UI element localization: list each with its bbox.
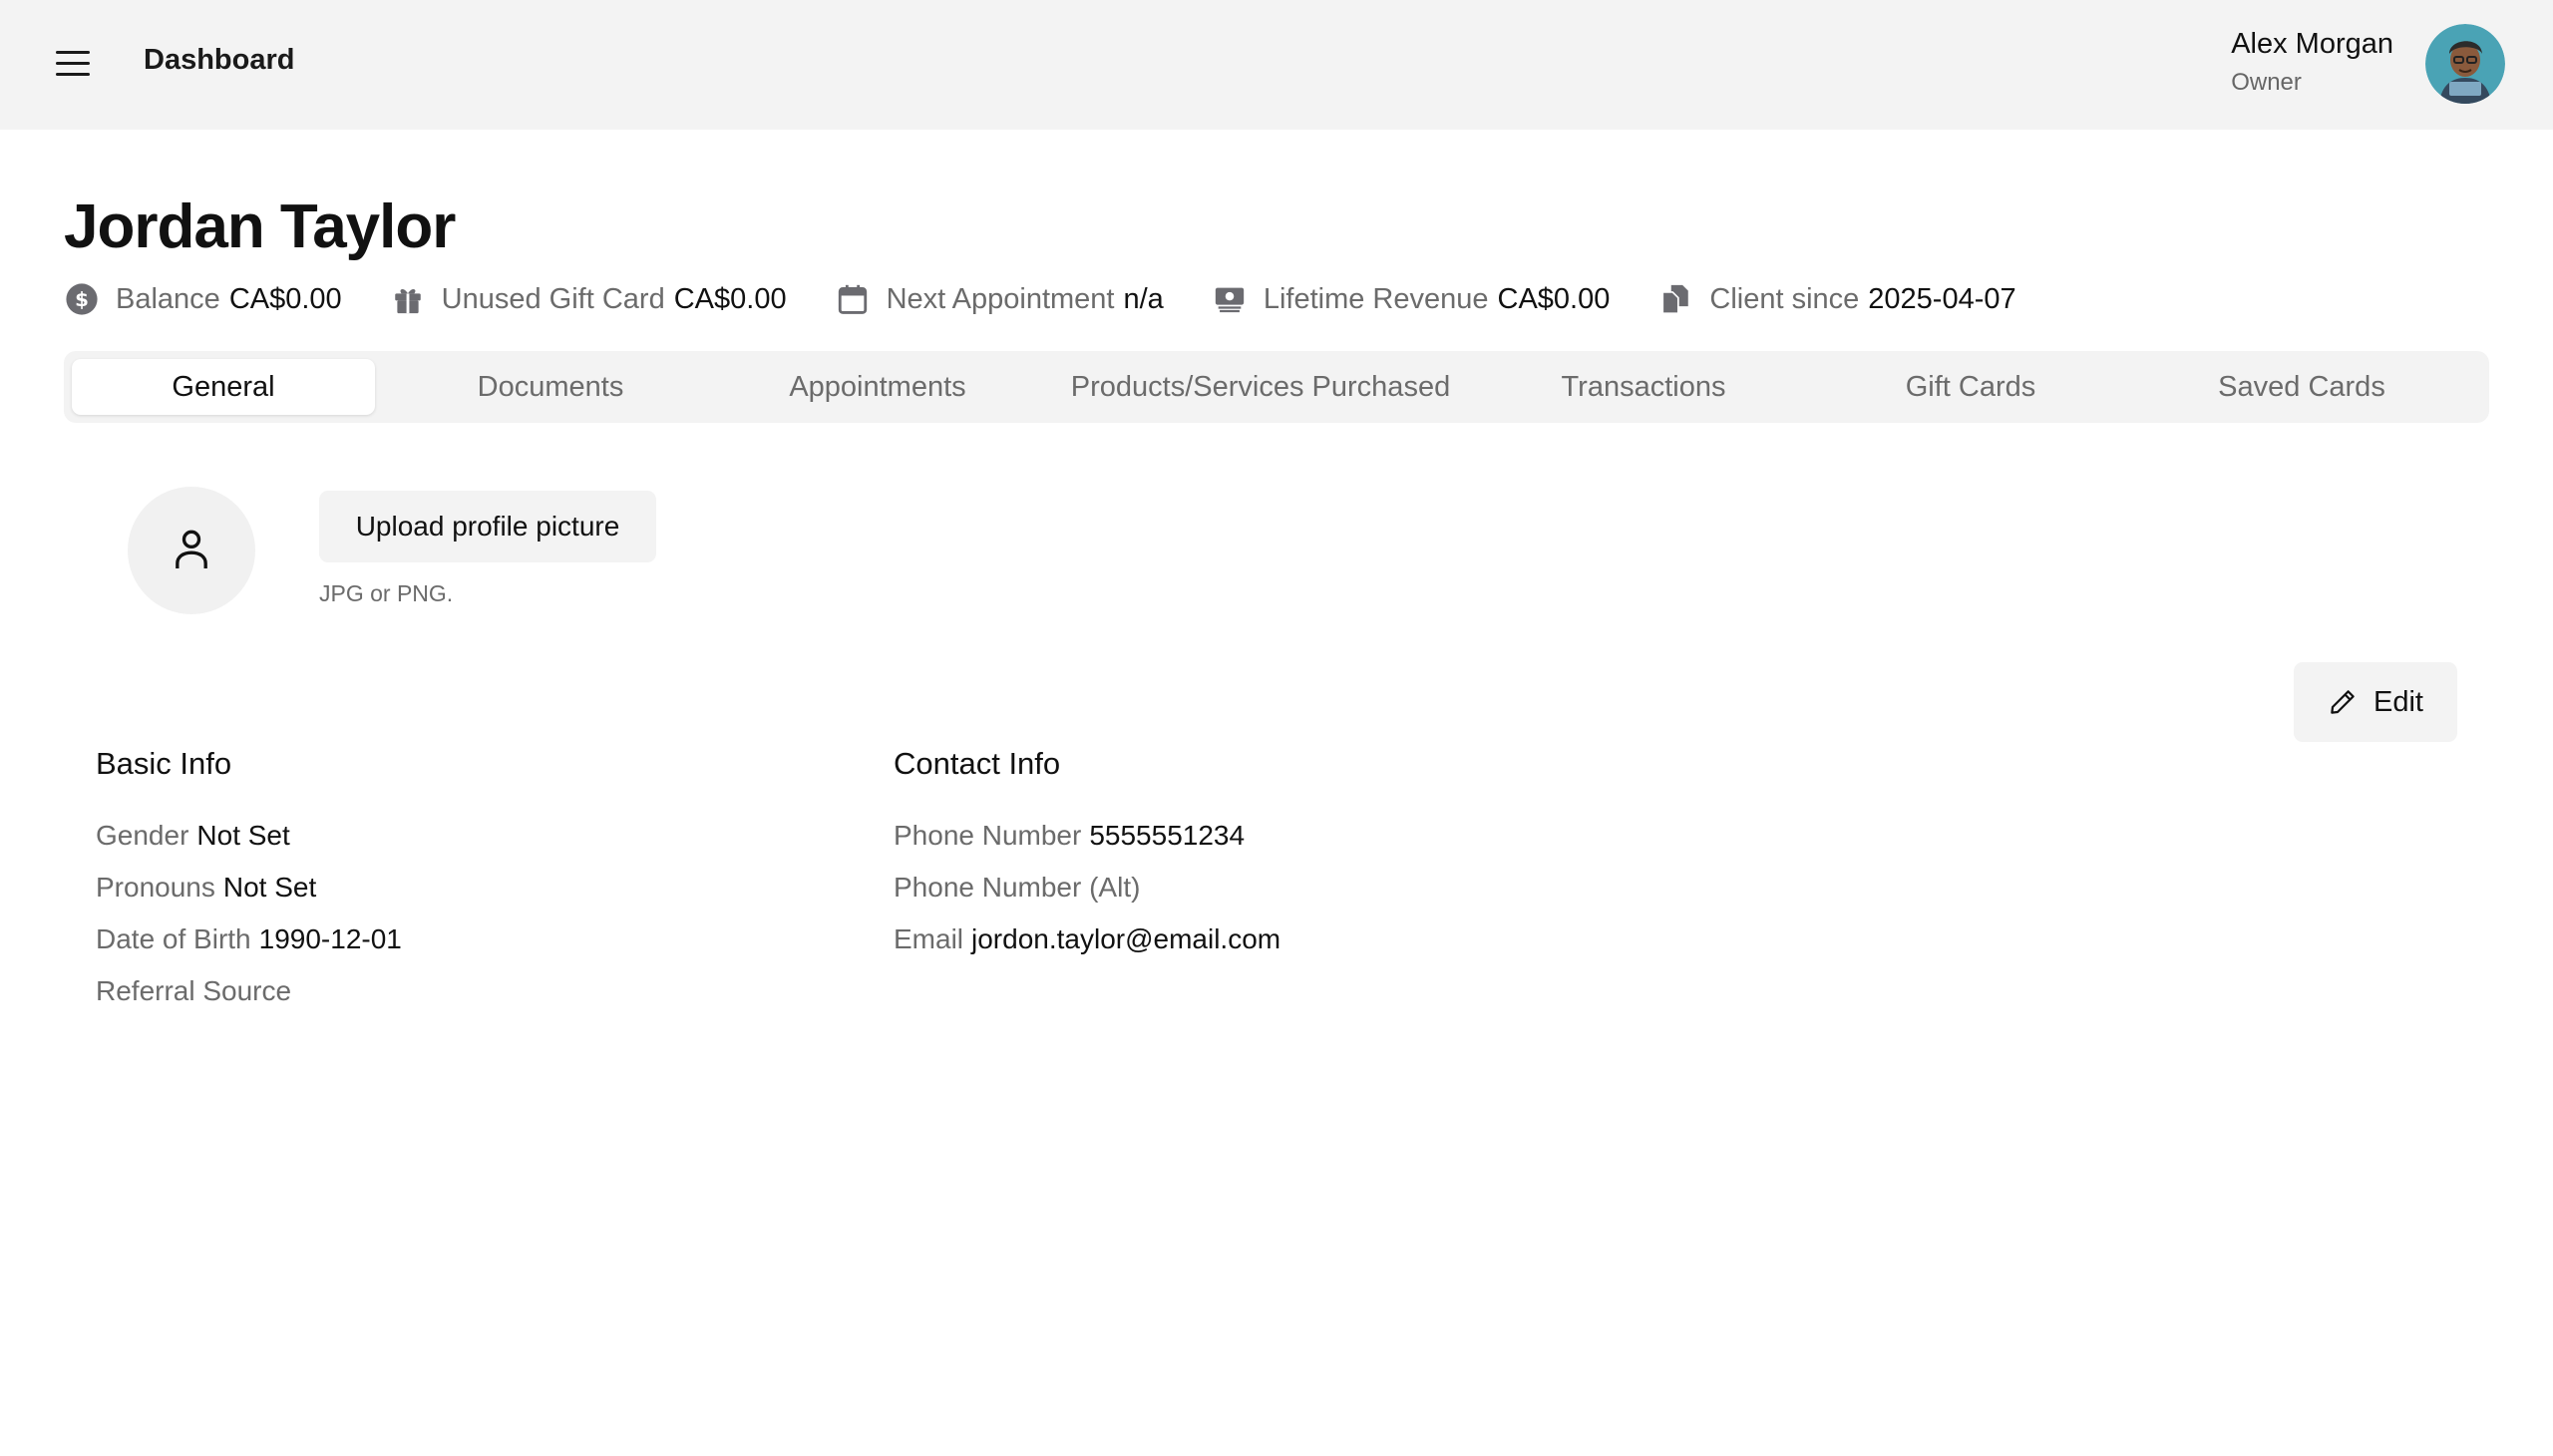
stat-value: n/a xyxy=(1123,282,1164,315)
avatar[interactable] xyxy=(2425,24,2505,104)
calendar-icon xyxy=(835,281,871,317)
info-value: Not Set xyxy=(222,872,317,903)
client-name: Jordan Taylor xyxy=(64,192,456,261)
info-label: Phone Number xyxy=(894,820,1082,851)
hamburger-menu-icon[interactable] xyxy=(48,44,96,84)
stat-lifetime-revenue: Lifetime Revenue CA$0.00 xyxy=(1212,281,1611,317)
info-label: Gender xyxy=(96,820,189,851)
info-label: Referral Source xyxy=(96,975,292,1006)
cash-icon xyxy=(1212,281,1248,317)
upload-profile-picture-button[interactable]: Upload profile picture xyxy=(319,491,656,562)
stat-gift-card: Unused Gift Card CA$0.00 xyxy=(390,281,787,317)
stat-label: Client since xyxy=(1709,282,1860,315)
info-value: Not Set xyxy=(196,820,290,851)
dollar-circle-icon: $ xyxy=(64,281,100,317)
tab-saved-cards[interactable]: Saved Cards xyxy=(2146,359,2457,415)
info-row-email: Email jordon.taylor@email.com xyxy=(894,913,1280,965)
tab-transactions[interactable]: Transactions xyxy=(1492,359,1795,415)
user-name: Alex Morgan xyxy=(2231,28,2393,60)
info-label: Pronouns xyxy=(96,872,215,903)
stat-label: Unused Gift Card xyxy=(441,282,665,315)
stat-label: Lifetime Revenue xyxy=(1263,282,1489,315)
info-row-pronouns: Pronouns Not Set xyxy=(96,862,402,913)
top-bar: Dashboard Alex Morgan Owner xyxy=(0,0,2553,130)
info-row-referral-source: Referral Source xyxy=(96,965,402,1017)
tab-appointments[interactable]: Appointments xyxy=(726,359,1029,415)
contact-info-section: Contact Info Phone Number 5555551234 Phon… xyxy=(894,746,1280,965)
gift-icon xyxy=(390,281,426,317)
client-stats: $ Balance CA$0.00 Unused Gift Card CA$0.… xyxy=(64,279,2064,319)
documents-icon xyxy=(1657,281,1693,317)
stat-next-appointment: Next Appointment n/a xyxy=(835,281,1164,317)
section-title: Contact Info xyxy=(894,746,1061,781)
user-icon xyxy=(172,527,211,575)
stat-client-since: Client since 2025-04-07 xyxy=(1657,281,2016,317)
info-row-phone: Phone Number 5555551234 xyxy=(894,810,1280,862)
stat-label: Balance xyxy=(116,282,220,315)
edit-button[interactable]: Edit xyxy=(2294,662,2457,742)
tab-gift-cards[interactable]: Gift Cards xyxy=(1819,359,2122,415)
profile-picture-placeholder xyxy=(128,487,255,614)
tab-general[interactable]: General xyxy=(72,359,375,415)
info-row-phone-alt: Phone Number (Alt) xyxy=(894,862,1280,913)
stat-value: CA$0.00 xyxy=(673,282,787,315)
stat-value: CA$0.00 xyxy=(228,282,342,315)
tab-bar: General Documents Appointments Products/… xyxy=(64,351,2489,423)
info-row-gender: Gender Not Set xyxy=(96,810,402,862)
info-value: jordon.taylor@email.com xyxy=(971,923,1281,954)
page-title: Dashboard xyxy=(144,44,295,76)
info-value: 5555551234 xyxy=(1089,820,1246,851)
info-label: Phone Number (Alt) xyxy=(894,872,1141,903)
stat-value: 2025-04-07 xyxy=(1868,282,2016,315)
upload-hint: JPG or PNG. xyxy=(319,580,454,606)
basic-info-section: Basic Info Gender Not Set Pronouns Not Set… xyxy=(96,746,402,1017)
edit-label: Edit xyxy=(2373,685,2423,718)
tab-products-services[interactable]: Products/Services Purchased xyxy=(1053,359,1468,415)
stat-value: CA$0.00 xyxy=(1497,282,1611,315)
info-value: 1990-12-01 xyxy=(258,923,402,954)
info-row-date-of-birth: Date of Birth 1990-12-01 xyxy=(96,913,402,965)
svg-text:$: $ xyxy=(75,288,89,311)
info-label: Date of Birth xyxy=(96,923,251,954)
user-role: Owner xyxy=(2231,69,2302,96)
user-info[interactable]: Alex Morgan Owner xyxy=(2231,28,2393,97)
stat-balance: $ Balance CA$0.00 xyxy=(64,281,342,317)
pencil-icon xyxy=(2328,687,2358,717)
info-label: Email xyxy=(894,923,964,954)
stat-label: Next Appointment xyxy=(886,282,1115,315)
section-title: Basic Info xyxy=(96,746,232,781)
tab-documents[interactable]: Documents xyxy=(399,359,702,415)
